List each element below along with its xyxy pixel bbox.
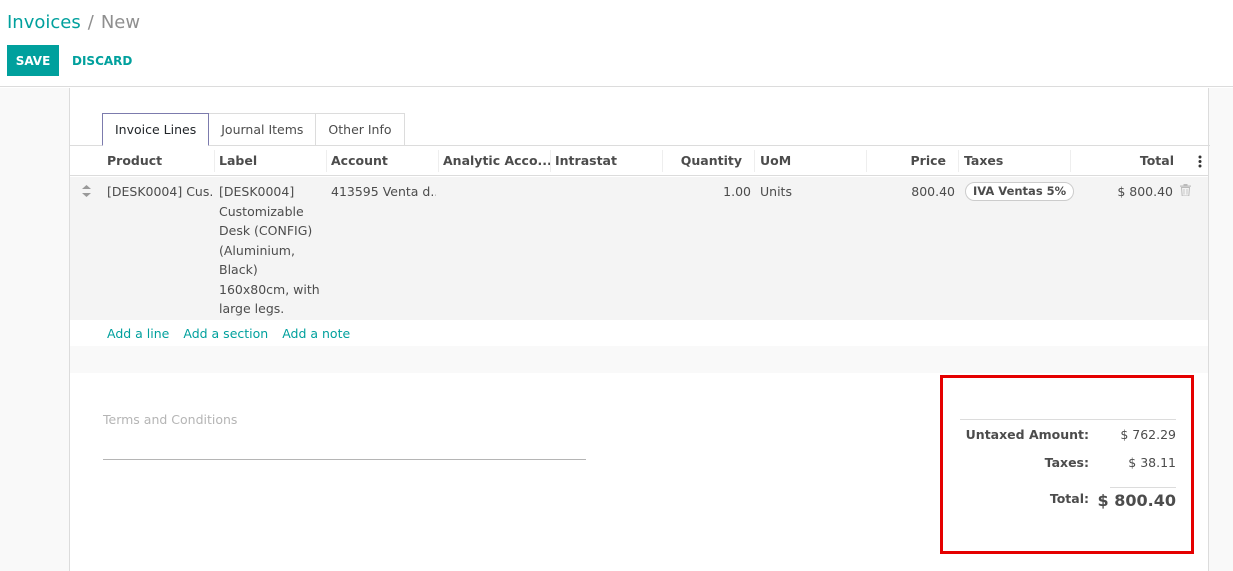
column-separator bbox=[754, 150, 755, 172]
total-value: $ 800.40 bbox=[1097, 491, 1176, 510]
control-panel: Invoices / New SAVE DISCARD bbox=[0, 0, 1233, 87]
cell-account[interactable]: 413595 Venta d... bbox=[331, 182, 436, 202]
label-line: Desk (CONFIG) bbox=[219, 223, 313, 238]
total-label: Total: bbox=[1049, 491, 1089, 506]
column-separator bbox=[866, 150, 867, 172]
breadcrumb-separator: / bbox=[87, 12, 94, 33]
cell-label[interactable]: [DESK0004] Customizable Desk (CONFIG) (A… bbox=[219, 182, 324, 319]
column-separator bbox=[326, 150, 327, 172]
table-header-row: Product Label Account Analytic Acco... I… bbox=[70, 146, 1208, 176]
vertical-dots-icon[interactable] bbox=[1198, 155, 1202, 168]
column-separator bbox=[438, 150, 439, 172]
discard-button[interactable]: DISCARD bbox=[65, 45, 139, 76]
table-footer-band bbox=[70, 346, 1208, 373]
column-separator bbox=[958, 150, 959, 172]
total-divider bbox=[1110, 487, 1176, 488]
tax-tag[interactable]: IVA Ventas 5% bbox=[965, 182, 1075, 201]
add-note-link[interactable]: Add a note bbox=[282, 326, 350, 341]
drag-handle-icon[interactable] bbox=[82, 185, 91, 197]
save-button[interactable]: SAVE bbox=[7, 45, 59, 76]
column-header-account[interactable]: Account bbox=[331, 146, 388, 176]
label-line: Customizable bbox=[219, 203, 304, 219]
column-header-quantity[interactable]: Quantity bbox=[670, 146, 742, 176]
add-section-link[interactable]: Add a section bbox=[183, 326, 268, 341]
column-header-product[interactable]: Product bbox=[107, 146, 162, 176]
label-line: 160x80cm, with bbox=[219, 281, 320, 297]
column-header-taxes[interactable]: Taxes bbox=[964, 146, 1003, 176]
form-sheet: Invoice Lines Journal Items Other Info P… bbox=[69, 88, 1210, 571]
totals-top-divider bbox=[960, 419, 1176, 420]
label-line: Black) bbox=[219, 262, 258, 277]
terms-and-conditions-field[interactable]: Terms and Conditions bbox=[103, 412, 586, 460]
label-line: (Aluminium, bbox=[219, 242, 295, 258]
cell-product[interactable]: [DESK0004] Cus... bbox=[107, 182, 212, 202]
trash-icon[interactable] bbox=[1180, 184, 1191, 196]
breadcrumb-invoices-link[interactable]: Invoices bbox=[7, 12, 81, 33]
taxes-label: Taxes: bbox=[1044, 455, 1089, 470]
label-line: large legs. bbox=[219, 301, 285, 316]
column-header-intrastat[interactable]: Intrastat bbox=[555, 146, 617, 176]
add-line-link[interactable]: Add a line bbox=[107, 326, 169, 341]
terms-placeholder: Terms and Conditions bbox=[103, 412, 238, 427]
tab-journal-items[interactable]: Journal Items bbox=[208, 113, 317, 146]
column-header-label[interactable]: Label bbox=[219, 146, 257, 176]
column-header-uom[interactable]: UoM bbox=[760, 146, 791, 176]
cell-quantity[interactable]: 1.00 bbox=[670, 182, 751, 202]
tab-invoice-lines[interactable]: Invoice Lines bbox=[102, 113, 210, 146]
tab-other-info[interactable]: Other Info bbox=[315, 113, 405, 146]
column-separator bbox=[550, 150, 551, 172]
column-header-price[interactable]: Price bbox=[870, 146, 947, 176]
label-line: [DESK0004] bbox=[219, 184, 295, 199]
cell-uom[interactable]: Units bbox=[760, 182, 860, 202]
breadcrumb-current: New bbox=[100, 12, 141, 33]
cell-total: $ 800.40 bbox=[1117, 184, 1173, 199]
notebook-tabs: Invoice Lines Journal Items Other Info bbox=[102, 113, 405, 146]
untaxed-amount-value: $ 762.29 bbox=[1120, 427, 1176, 442]
taxes-value: $ 38.11 bbox=[1128, 455, 1176, 470]
column-header-total[interactable]: Total bbox=[1080, 146, 1174, 176]
untaxed-amount-label: Untaxed Amount: bbox=[965, 427, 1089, 442]
cell-price[interactable]: 800.40 bbox=[870, 182, 955, 202]
column-separator bbox=[214, 150, 215, 172]
table-row[interactable]: [DESK0004] Cus... [DESK0004] Customizabl… bbox=[70, 177, 1208, 320]
add-links: Add a line Add a section Add a note bbox=[107, 326, 364, 341]
column-header-analytic-account[interactable]: Analytic Acco... bbox=[443, 146, 552, 176]
column-separator bbox=[662, 150, 663, 172]
column-separator bbox=[1070, 150, 1071, 172]
breadcrumb: Invoices / New bbox=[7, 12, 140, 33]
